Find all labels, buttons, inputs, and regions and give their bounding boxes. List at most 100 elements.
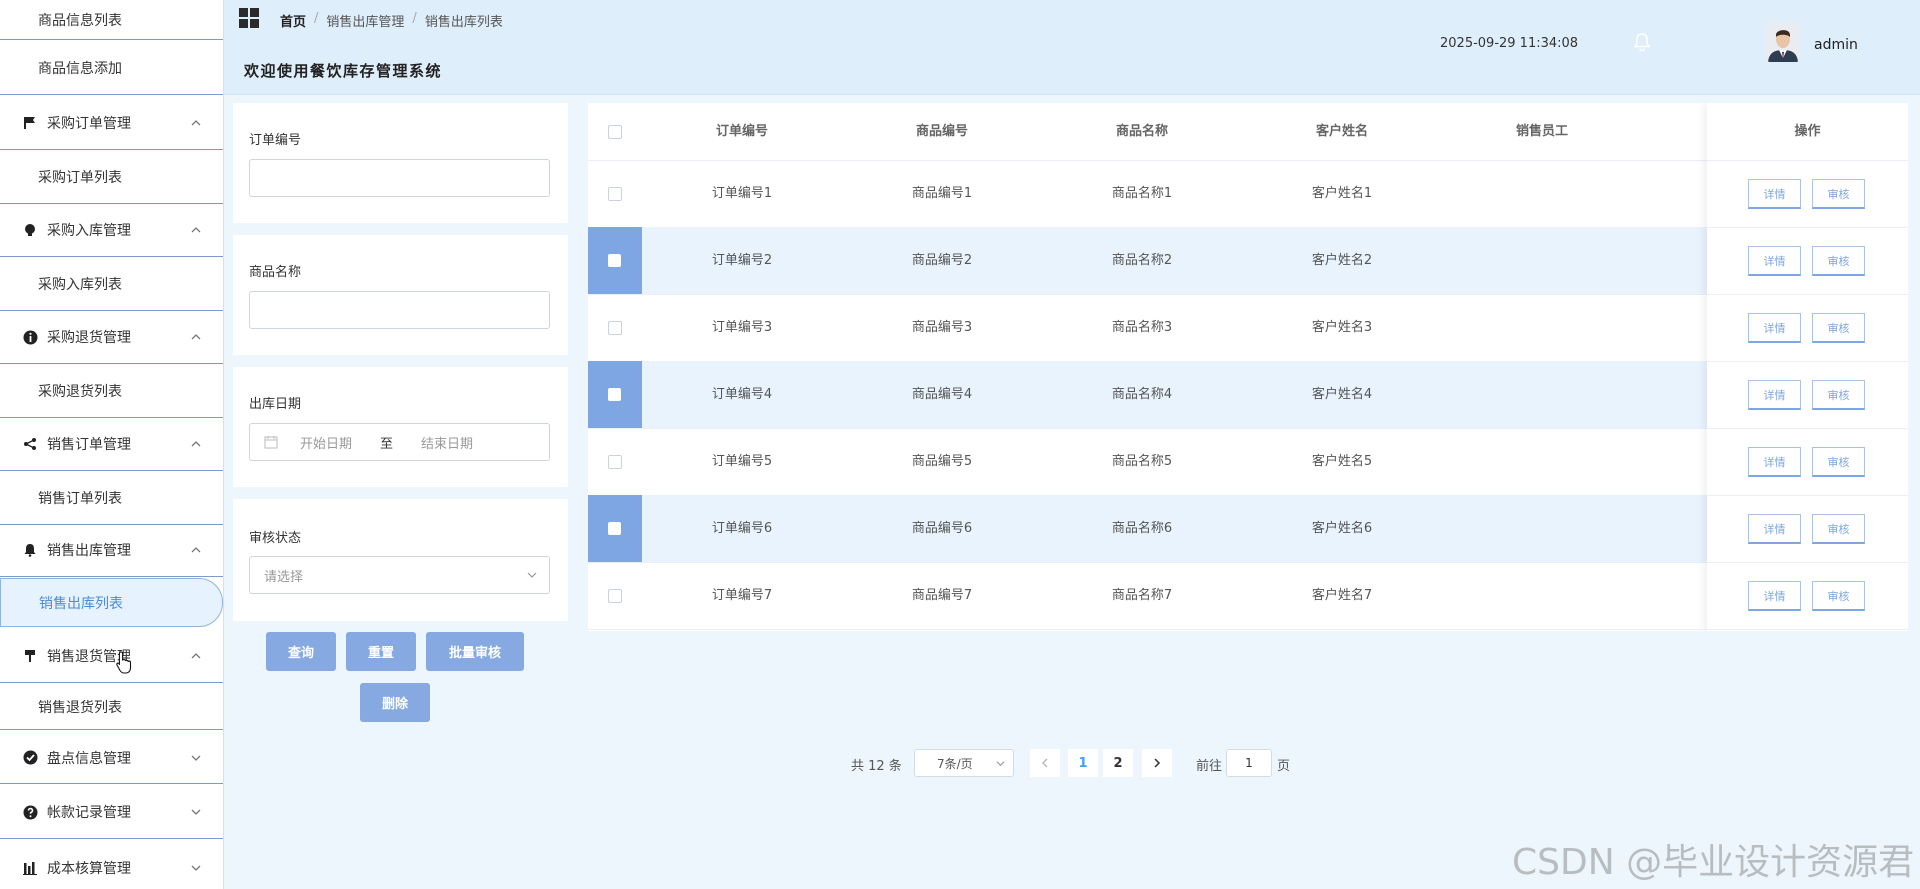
sidebar-item-product-list[interactable]: 商品信息列表 [0, 0, 223, 40]
operations-column: 操作 详情 审核 详情 审核 详情 审核 详情 审核 详情 审核 详情 审核 详情 审核 [1707, 103, 1908, 631]
audit-status-select[interactable]: 请选择 [249, 556, 550, 594]
row-checkbox[interactable] [608, 455, 622, 469]
prev-page-button[interactable] [1030, 749, 1060, 777]
row-operations: 详情 审核 [1707, 227, 1908, 295]
select-all-checkbox[interactable] [608, 125, 622, 139]
sidebar-group-inventory-check[interactable]: 盘点信息管理 [0, 732, 223, 784]
detail-button[interactable]: 详情 [1748, 380, 1801, 410]
sidebar-group-sales-out[interactable]: 销售出库管理 [0, 524, 223, 577]
audit-button[interactable]: 审核 [1812, 313, 1865, 343]
row-operations: 详情 审核 [1707, 160, 1908, 228]
detail-button[interactable]: 详情 [1748, 581, 1801, 611]
column-header-product-no[interactable]: 商品编号 [842, 103, 1042, 160]
detail-button[interactable]: 详情 [1748, 313, 1801, 343]
cell-staff [1442, 361, 1642, 428]
page-button-2[interactable]: 2 [1103, 749, 1133, 777]
date-end-placeholder[interactable]: 结束日期 [421, 433, 473, 452]
filter-label: 订单编号 [249, 133, 302, 148]
grid-menu-icon[interactable] [239, 8, 259, 28]
row-checkbox[interactable] [608, 321, 622, 335]
cell-order-no: 订单编号6 [711, 521, 773, 536]
breadcrumb-sales-out[interactable]: 销售出库管理 [326, 11, 404, 30]
username[interactable]: admin [1814, 37, 1858, 53]
sidebar-item-sales-return-list[interactable]: 销售退货列表 [0, 684, 223, 730]
cell-customer: 客户姓名1 [1311, 186, 1373, 201]
order-no-input[interactable] [249, 159, 550, 197]
row-checkbox[interactable] [608, 187, 622, 201]
paint-roller-icon [22, 648, 38, 664]
date-start-placeholder[interactable]: 开始日期 [300, 433, 352, 452]
sidebar-item-product-add[interactable]: 商品信息添加 [0, 42, 223, 95]
cell-product-no: 商品编号5 [911, 454, 973, 469]
info-icon [22, 329, 38, 345]
sidebar-group-purchase-in[interactable]: 采购入库管理 [0, 204, 223, 257]
sidebar-group-cost[interactable]: 成本核算管理 [0, 841, 223, 889]
cell-order-no: 订单编号3 [711, 320, 773, 335]
cell-order-no: 订单编号1 [711, 186, 773, 201]
detail-button[interactable]: 详情 [1748, 447, 1801, 477]
sidebar-item-sales-out-list[interactable]: 销售出库列表 [0, 578, 223, 627]
cell-product-no: 商品编号6 [911, 521, 973, 536]
detail-button[interactable]: 详情 [1748, 179, 1801, 209]
column-header-staff[interactable]: 销售员工 [1442, 103, 1642, 160]
query-button[interactable]: 查询 [266, 632, 336, 671]
page-size-value: 7条/页 [937, 756, 973, 771]
cell-staff [1442, 562, 1642, 629]
audit-button[interactable]: 审核 [1812, 380, 1865, 410]
sidebar-item-purchase-return-list[interactable]: 采购退货列表 [0, 365, 223, 418]
cell-product-no: 商品编号7 [911, 588, 973, 603]
sidebar-item-purchase-order-list[interactable]: 采购订单列表 [0, 151, 223, 204]
row-checkbox[interactable] [608, 589, 622, 603]
goto-page-input[interactable] [1226, 749, 1272, 777]
audit-button[interactable]: 审核 [1812, 179, 1865, 209]
share-icon [22, 436, 38, 452]
column-header-product-name[interactable]: 商品名称 [1042, 103, 1242, 160]
batch-audit-button[interactable]: 批量审核 [426, 632, 524, 671]
chevron-up-icon [191, 547, 201, 553]
notification-bell-icon[interactable] [1632, 32, 1652, 52]
breadcrumb-home[interactable]: 首页 [280, 11, 306, 30]
sidebar-item-purchase-in-list[interactable]: 采购入库列表 [0, 258, 223, 311]
sidebar-group-sales-return[interactable]: 销售退货管理 [0, 630, 223, 683]
row-checkbox-cell [588, 361, 642, 428]
audit-button[interactable]: 审核 [1812, 514, 1865, 544]
detail-button[interactable]: 详情 [1748, 246, 1801, 276]
audit-button[interactable]: 审核 [1812, 447, 1865, 477]
page-button-1[interactable]: 1 [1068, 749, 1098, 777]
reset-button[interactable]: 重置 [346, 632, 416, 671]
audit-button[interactable]: 审核 [1812, 581, 1865, 611]
cell-product-name: 商品名称1 [1111, 186, 1173, 201]
row-checkbox[interactable] [608, 254, 621, 267]
sidebar-item-label: 采购入库管理 [47, 223, 131, 239]
next-page-button[interactable] [1142, 749, 1172, 777]
date-range-picker[interactable]: 开始日期 至 结束日期 [249, 423, 550, 461]
bell-icon [22, 542, 38, 558]
sidebar-item-label: 销售退货列表 [38, 699, 122, 716]
cell-product-name: 商品名称7 [1111, 588, 1173, 603]
delete-button[interactable]: 删除 [360, 683, 430, 722]
page-size-select[interactable]: 7条/页 [914, 749, 1014, 777]
cell-customer: 客户姓名6 [1311, 521, 1373, 536]
detail-button[interactable]: 详情 [1748, 514, 1801, 544]
product-name-input[interactable] [249, 291, 550, 329]
cell-customer: 客户姓名5 [1311, 454, 1373, 469]
column-header-customer[interactable]: 客户姓名 [1242, 103, 1442, 160]
sidebar-group-purchase-order[interactable]: 采购订单管理 [0, 97, 223, 150]
sidebar-group-accounts[interactable]: 帐款记录管理 [0, 786, 223, 839]
row-checkbox[interactable] [608, 388, 621, 401]
sidebar-item-sales-order-list[interactable]: 销售订单列表 [0, 472, 223, 525]
sidebar-item-label: 销售订单列表 [38, 491, 122, 507]
cell-staff [1442, 227, 1642, 294]
chevron-down-icon [996, 761, 1005, 767]
row-checkbox[interactable] [608, 522, 621, 535]
sidebar-group-purchase-return[interactable]: 采购退货管理 [0, 311, 223, 364]
filter-out-date: 出库日期 开始日期 至 结束日期 [233, 367, 568, 487]
column-header-order-no[interactable]: 订单编号 [642, 103, 842, 160]
breadcrumb-separator: / [412, 11, 417, 26]
cell-customer: 客户姓名3 [1311, 320, 1373, 335]
filter-order-no: 订单编号 [233, 103, 568, 223]
avatar[interactable] [1766, 22, 1800, 62]
sidebar-group-sales-order[interactable]: 销售订单管理 [0, 418, 223, 471]
audit-button[interactable]: 审核 [1812, 246, 1865, 276]
chevron-left-icon [1041, 758, 1048, 768]
